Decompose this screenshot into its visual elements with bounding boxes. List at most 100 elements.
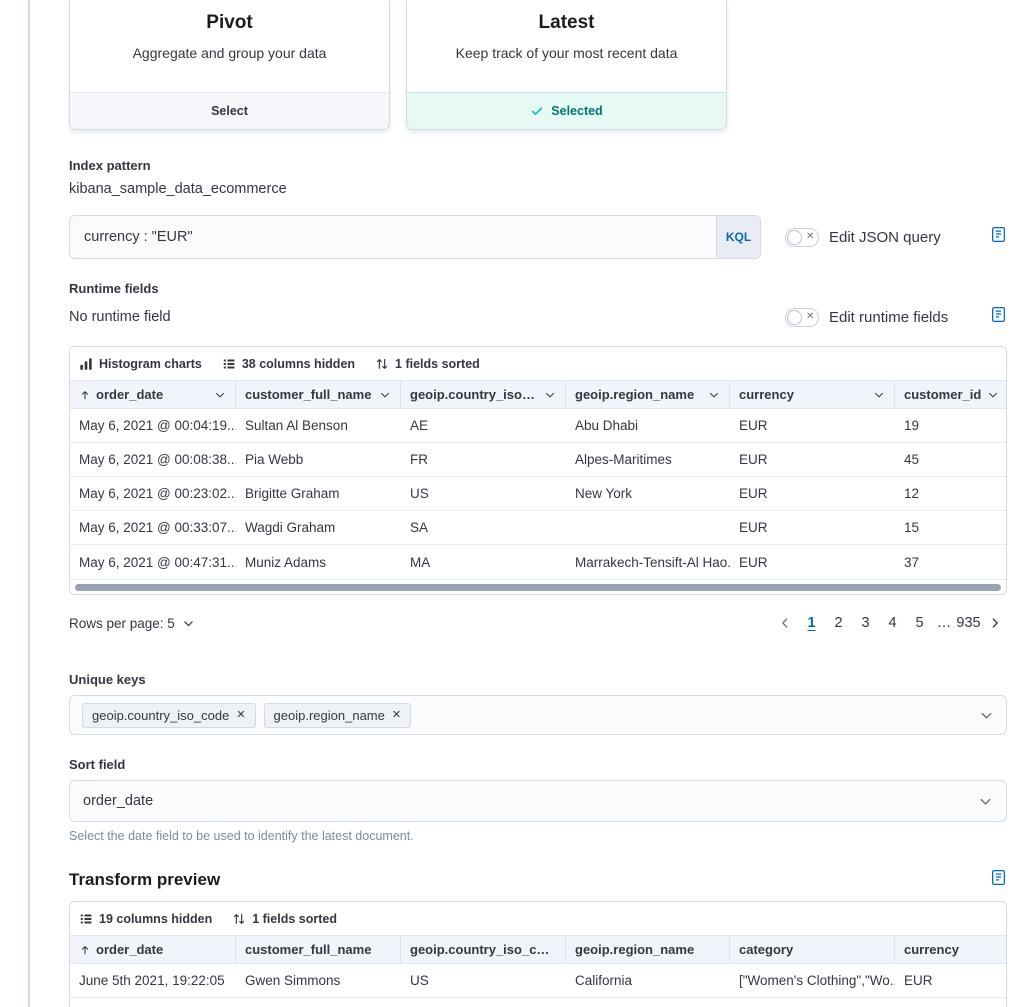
table-cell[interactable]: May 6, 2021 @ 00:08:38... (70, 443, 236, 476)
query-language-button[interactable]: KQL (716, 216, 760, 258)
edit-json-query-label[interactable]: Edit JSON query (829, 229, 941, 246)
copy-runtime-fields-button[interactable] (990, 306, 1007, 328)
table-cell[interactable]: Pia Webb (236, 443, 401, 476)
column-header-customer_full_name[interactable]: customer_full_name (236, 936, 401, 963)
table-cell[interactable]: 12 (895, 477, 1007, 510)
chevron-down-icon[interactable] (379, 389, 391, 401)
fields-sorted-button[interactable]: 1 fields sorted (375, 357, 480, 371)
column-header-customer_full_name[interactable]: customer_full_name (236, 381, 401, 408)
columns-hidden-button[interactable]: 19 columns hidden (79, 912, 212, 926)
transform-preview-header: Transform preview (69, 869, 1007, 891)
latest-selected-button[interactable]: Selected (407, 92, 726, 129)
pivot-select-button[interactable]: Select (70, 92, 389, 129)
edit-runtime-fields-label[interactable]: Edit runtime fields (829, 309, 948, 326)
scrollbar-thumb[interactable] (75, 584, 1001, 591)
table-cell[interactable] (566, 511, 730, 544)
fields-sorted-button[interactable]: 1 fields sorted (232, 912, 337, 926)
page-button-4[interactable]: 4 (880, 610, 905, 636)
previous-page-button[interactable] (773, 616, 797, 630)
fields-sorted-label: 1 fields sorted (252, 912, 337, 926)
chevron-down-icon[interactable] (544, 389, 556, 401)
table-cell[interactable]: EUR (730, 545, 895, 579)
table-cell[interactable]: Marrakech-Tensift-Al Hao... (566, 545, 730, 579)
column-header-geoip-region_name[interactable]: geoip.region_name (566, 936, 730, 963)
table-cell[interactable]: SA (401, 511, 566, 544)
column-header-order_date[interactable]: order_date (70, 936, 236, 963)
table-cell[interactable]: May 6, 2021 @ 00:33:07... (70, 511, 236, 544)
table-cell[interactable]: EUR (730, 443, 895, 476)
column-header-geoip-region_name[interactable]: geoip.region_name (566, 381, 730, 408)
rows-per-page-button[interactable]: Rows per page: 5 (69, 616, 195, 631)
table-cell[interactable] (566, 998, 730, 1007)
edit-runtime-fields-toggle[interactable]: ✕ (785, 308, 819, 327)
table-cell[interactable]: FR (401, 443, 566, 476)
table-cell[interactable]: May 6, 2021 @ 00:04:19... (70, 409, 236, 442)
table-cell[interactable]: MC (401, 998, 566, 1007)
pivot-card[interactable]: Pivot Aggregate and group your data Sele… (69, 0, 390, 130)
table-cell[interactable]: California (566, 964, 730, 997)
rows-per-page-label: Rows per page: 5 (69, 616, 175, 631)
table-cell[interactable]: ["Women's Accessories","... (730, 998, 895, 1007)
next-page-button[interactable] (983, 616, 1007, 630)
table-cell[interactable]: MA (401, 545, 566, 579)
table-cell[interactable]: ["Women's Clothing","Wo... (730, 964, 895, 997)
table-cell[interactable]: 15 (895, 511, 1007, 544)
latest-card[interactable]: Latest Keep track of your most recent da… (406, 0, 727, 130)
table-cell[interactable]: June 5th 2021, 20:21:07 (70, 998, 236, 1007)
table-cell[interactable]: Sultan Al Benson (236, 409, 401, 442)
table-cell[interactable]: EUR (895, 998, 1007, 1007)
table-cell[interactable]: May 6, 2021 @ 00:23:02... (70, 477, 236, 510)
table-cell[interactable]: May 6, 2021 @ 00:47:31... (70, 545, 236, 579)
page-button-3[interactable]: 3 (853, 610, 878, 636)
pivot-card-description: Aggregate and group your data (70, 45, 389, 61)
table-cell[interactable]: US (401, 964, 566, 997)
page-list: 12345…935 (773, 610, 1007, 636)
column-header-geoip-country_iso_co-[interactable]: geoip.country_iso_co... (401, 381, 566, 408)
edit-json-query-toggle[interactable]: ✕ (785, 228, 819, 247)
unique-keys-combobox[interactable]: geoip.country_iso_code✕geoip.region_name… (69, 695, 1007, 735)
table-cell[interactable]: 19 (895, 409, 1007, 442)
column-header-category[interactable]: category (730, 936, 895, 963)
remove-key-icon[interactable]: ✕ (392, 710, 401, 721)
page-button-935[interactable]: 935 (956, 610, 981, 636)
page-button-1[interactable]: 1 (799, 610, 824, 636)
table-cell[interactable]: 37 (895, 545, 1007, 579)
table-cell[interactable]: Wagdi Graham (236, 511, 401, 544)
column-header-currency[interactable]: currency (895, 936, 1007, 963)
table-cell[interactable]: US (401, 477, 566, 510)
table-cell[interactable]: Brigitte Graham (236, 477, 401, 510)
table-cell[interactable]: EUR (730, 409, 895, 442)
column-header-geoip-country_iso_code[interactable]: geoip.country_iso_code (401, 936, 566, 963)
table-cell[interactable]: Gwen Simmons (236, 964, 401, 997)
table-cell[interactable]: EUR (730, 511, 895, 544)
page-button-2[interactable]: 2 (826, 610, 851, 636)
table-cell[interactable]: EUR (895, 964, 1007, 997)
table-cell[interactable]: EUR (730, 477, 895, 510)
table-cell[interactable]: Muniz Adams (236, 545, 401, 579)
query-row: currency : "EUR" KQL ✕ Edit JSON query (69, 215, 1007, 259)
search-query-input[interactable]: currency : "EUR" KQL (69, 215, 761, 259)
copy-query-button[interactable] (990, 226, 1007, 248)
page-button-5[interactable]: 5 (907, 610, 932, 636)
chevron-down-icon[interactable] (214, 389, 226, 401)
sort-field-select[interactable]: order_date (69, 780, 1007, 822)
column-header-order_date[interactable]: order_date (70, 381, 236, 408)
column-header-currency[interactable]: currency (730, 381, 895, 408)
table-cell[interactable]: AE (401, 409, 566, 442)
chevron-down-icon[interactable] (987, 389, 999, 401)
table-cell[interactable]: Wilhemina St. Morrison (236, 998, 401, 1007)
histogram-charts-button[interactable]: Histogram charts (79, 357, 202, 371)
table-cell[interactable]: June 5th 2021, 19:22:05 (70, 964, 236, 997)
table-cell[interactable]: Alpes-Maritimes (566, 443, 730, 476)
copy-preview-button[interactable] (990, 869, 1007, 891)
table-cell[interactable]: Abu Dhabi (566, 409, 730, 442)
chevron-down-icon[interactable] (708, 389, 720, 401)
chevron-down-icon[interactable] (979, 708, 994, 723)
chevron-down-icon[interactable] (873, 389, 885, 401)
column-header-customer_id[interactable]: customer_id (895, 381, 1007, 408)
remove-key-icon[interactable]: ✕ (236, 710, 245, 721)
columns-hidden-button[interactable]: 38 columns hidden (222, 357, 355, 371)
columns-list-icon (222, 357, 236, 371)
table-cell[interactable]: New York (566, 477, 730, 510)
table-cell[interactable]: 45 (895, 443, 1007, 476)
